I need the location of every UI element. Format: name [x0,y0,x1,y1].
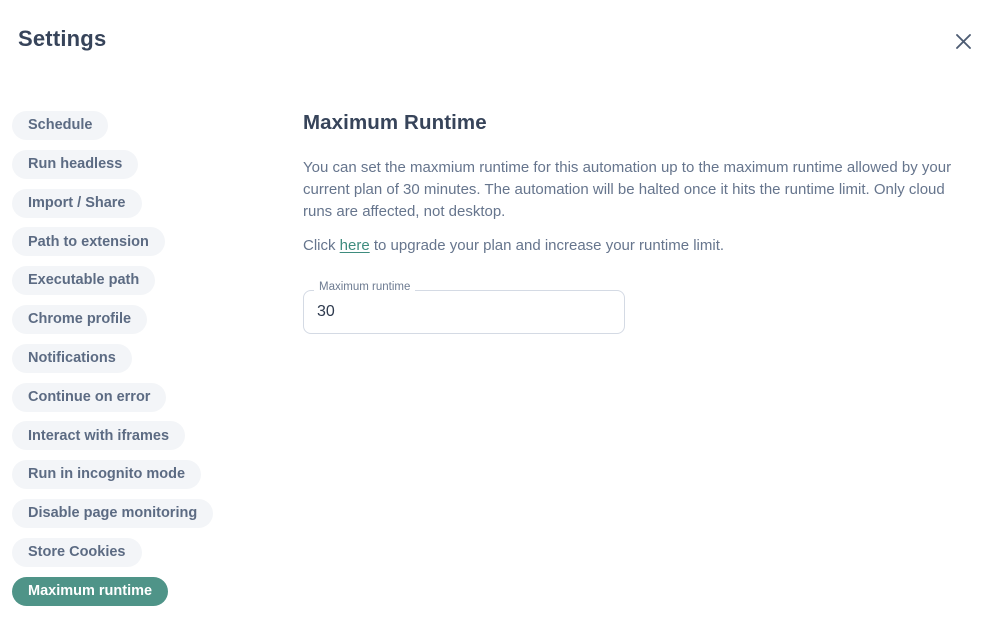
sidebar-item-label: Run in incognito mode [28,466,186,483]
section-description: You can set the maxmium runtime for this… [303,159,952,221]
sidebar-row: Chrome profile [12,304,262,344]
sidebar-item-continue-on-error[interactable]: Continue on error [12,382,167,412]
sidebar-item-schedule[interactable]: Schedule [12,111,109,140]
sidebar-item-label: Chrome profile [28,311,132,328]
close-icon [955,33,972,50]
settings-sidebar: Schedule Run headless Import / Share Pat… [12,111,262,615]
sidebar-row: Interact with iframes [12,421,262,460]
sidebar-row: Run headless [12,149,262,189]
settings-main-panel: Maximum Runtime You can set the maxmium … [303,111,968,335]
sidebar-item-label: Schedule [28,117,93,134]
sidebar-item-label: Executable path [28,272,140,289]
sidebar-item-interact-with-iframes[interactable]: Interact with iframes [12,421,186,451]
sidebar-item-label: Notifications [28,350,116,367]
sidebar-item-run-in-incognito-mode[interactable]: Run in incognito mode [12,460,202,490]
upgrade-plan-link[interactable]: here [340,237,370,254]
upgrade-hint: Click here to upgrade your plan and incr… [303,235,963,257]
page-title: Settings [18,26,107,51]
sidebar-item-path-to-extension[interactable]: Path to extension [12,227,165,257]
sidebar-row: Path to extension [12,227,262,266]
sidebar-item-label: Store Cookies [28,544,126,561]
maximum-runtime-field: Maximum runtime [303,282,625,335]
sidebar-item-label: Path to extension [28,233,149,250]
dialog-header: Settings [0,0,1000,82]
sidebar-row: Import / Share [12,188,262,228]
sidebar-row: Continue on error [12,382,262,422]
sidebar-item-label: Disable page monitoring [28,505,198,522]
sidebar-item-disable-page-monitoring[interactable]: Disable page monitoring [12,498,214,528]
sidebar-item-run-headless[interactable]: Run headless [12,149,139,179]
upgrade-hint-suffix: to upgrade your plan and increase your r… [369,237,725,255]
sidebar-row: Disable page monitoring [12,498,262,538]
sidebar-row: Notifications [12,343,262,383]
upgrade-hint-prefix: Click [303,237,340,255]
sidebar-item-notifications[interactable]: Notifications [12,343,132,373]
sidebar-item-executable-path[interactable]: Executable path [12,266,156,296]
sidebar-item-label: Maximum runtime [28,582,153,599]
sidebar-row: Store Cookies [12,537,262,577]
sidebar-item-label: Import / Share [28,194,126,211]
sidebar-item-label: Interact with iframes [28,427,170,444]
sidebar-item-label: Run headless [28,156,123,173]
sidebar-item-maximum-runtime[interactable]: Maximum runtime [12,576,169,606]
section-title: Maximum Runtime [303,111,487,134]
sidebar-item-chrome-profile[interactable]: Chrome profile [12,304,148,334]
sidebar-row: Executable path [12,266,262,305]
sidebar-item-import-share[interactable]: Import / Share [12,188,142,218]
sidebar-row: Run in incognito mode [12,460,262,499]
sidebar-item-label: Continue on error [28,388,151,405]
sidebar-item-store-cookies[interactable]: Store Cookies [12,537,142,567]
sidebar-row: Maximum runtime [12,576,262,616]
maximum-runtime-input[interactable] [303,290,625,335]
close-button[interactable] [948,26,978,56]
sidebar-row: Schedule [12,111,262,150]
